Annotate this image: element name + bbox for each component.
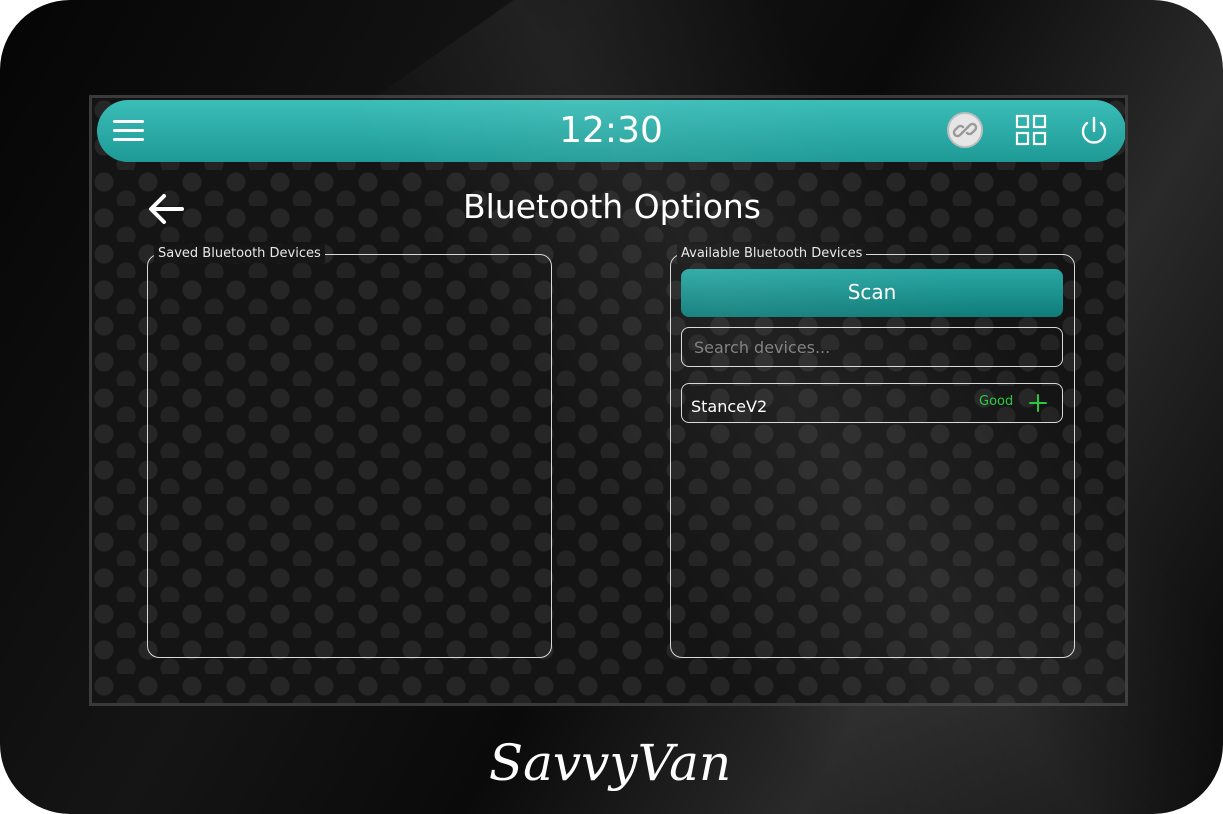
device-list-item[interactable]: StanceV2 Good — [681, 383, 1063, 423]
grid-icon[interactable] — [1015, 114, 1047, 146]
plus-icon[interactable] — [1028, 393, 1048, 413]
device-frame: 12:30 Bluetooth Options Saved Bluetooth … — [0, 0, 1223, 814]
back-arrow-icon[interactable] — [146, 191, 186, 227]
saved-devices-legend: Saved Bluetooth Devices — [154, 245, 325, 263]
scan-button[interactable]: Scan — [681, 269, 1063, 317]
device-name: StanceV2 — [691, 397, 768, 416]
signal-strength-label: Good — [979, 394, 1014, 409]
page-title: Bluetooth Options — [462, 187, 761, 226]
top-bar: 12:30 — [97, 100, 1125, 162]
saved-devices-panel: Saved Bluetooth Devices — [147, 245, 552, 658]
hamburger-menu-icon[interactable] — [113, 120, 144, 142]
clock: 12:30 — [559, 110, 663, 151]
power-icon[interactable] — [1077, 114, 1111, 148]
brand-logo: SavvyVan — [480, 722, 740, 802]
search-devices-input[interactable] — [681, 327, 1063, 367]
available-devices-legend: Available Bluetooth Devices — [677, 245, 867, 263]
brand-logo-text: SavvyVan — [489, 734, 731, 792]
link-icon[interactable] — [947, 112, 983, 148]
touchscreen: 12:30 Bluetooth Options Saved Bluetooth … — [89, 95, 1128, 706]
available-devices-panel: Available Bluetooth Devices Scan StanceV… — [670, 245, 1075, 658]
